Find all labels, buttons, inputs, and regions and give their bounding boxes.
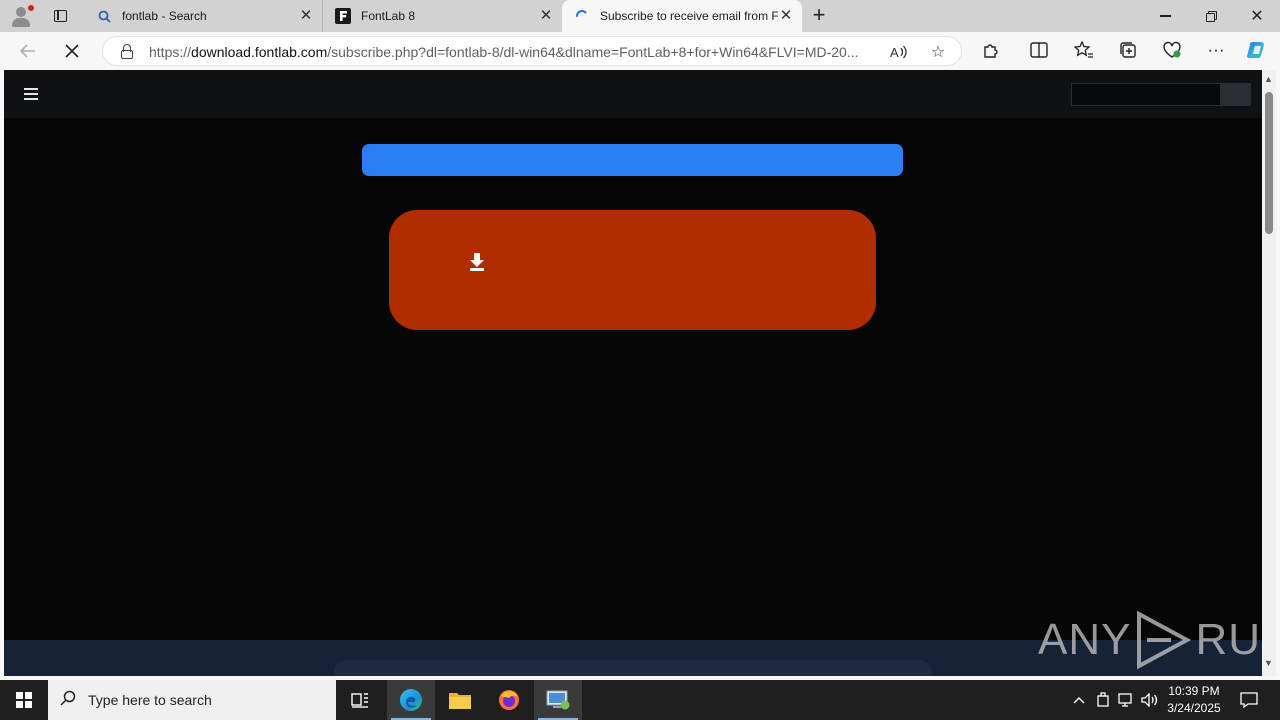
notification-center-icon[interactable] [1234, 680, 1264, 720]
favorites-icon[interactable] [1070, 37, 1098, 63]
firefox-icon[interactable] [485, 680, 533, 720]
navigation-bar: https://download.fontlab.com/subscribe.p… [0, 32, 1280, 70]
download-button[interactable] [389, 210, 876, 330]
taskbar-search-placeholder: Type here to search [88, 692, 212, 708]
tab-label: fontlab - Search [122, 9, 207, 23]
page-scrollbar[interactable]: ▲ ▼ [1262, 70, 1276, 676]
close-tab-icon[interactable]: ✕ [538, 8, 554, 24]
watermark-right-text: RUN [1195, 615, 1262, 664]
scroll-up-icon[interactable]: ▲ [1264, 74, 1273, 84]
lock-icon[interactable] [120, 44, 134, 60]
task-view-icon[interactable] [336, 680, 384, 720]
site-search-button[interactable] [1221, 83, 1251, 106]
start-button[interactable] [0, 680, 48, 720]
volume-icon[interactable] [1139, 680, 1161, 720]
fontlab-logo-icon [335, 8, 351, 24]
page-viewport: ANY RUN [4, 70, 1262, 676]
windows-taskbar: Type here to search 10:39 PM 3/24/2025 [0, 680, 1280, 720]
restore-button[interactable] [1188, 0, 1234, 32]
close-window-button[interactable]: ✕ [1234, 0, 1280, 32]
anyrun-watermark: ANY RUN [1038, 608, 1262, 672]
new-tab-button[interactable]: + [806, 4, 832, 28]
collections-icon[interactable] [1114, 37, 1142, 63]
tab-actions-icon[interactable] [44, 4, 76, 28]
close-tab-icon[interactable]: ✕ [778, 8, 794, 24]
footer-panel [334, 660, 932, 676]
minimize-button[interactable] [1142, 0, 1188, 32]
more-icon[interactable]: ··· [1202, 37, 1230, 63]
tab-label: FontLab 8 [361, 9, 416, 23]
split-screen-icon[interactable] [1025, 37, 1053, 63]
address-bar[interactable]: https://download.fontlab.com/subscribe.p… [102, 36, 962, 66]
file-explorer-icon[interactable] [436, 680, 484, 720]
network-icon[interactable] [1115, 680, 1137, 720]
tab-fontlab-8[interactable]: FontLab 8 ✕ [322, 0, 562, 32]
search-icon [48, 690, 88, 711]
tab-fontlab-search[interactable]: fontlab - Search ✕ [84, 0, 322, 32]
tab-subscribe-active[interactable]: Subscribe to receive email from F ✕ [562, 0, 802, 32]
site-search-input[interactable] [1071, 83, 1221, 106]
windows-logo-icon [16, 692, 32, 708]
search-icon [96, 8, 112, 24]
edge-icon[interactable] [387, 680, 435, 720]
close-tab-icon[interactable]: ✕ [298, 8, 314, 24]
site-header [4, 70, 1262, 118]
taskbar-search-box[interactable]: Type here to search [48, 680, 336, 720]
url-domain: download.fontlab.com [191, 44, 328, 60]
subscribe-banner [362, 144, 903, 176]
play-logo-icon [1137, 610, 1192, 670]
hamburger-menu-icon[interactable] [24, 88, 38, 100]
favorite-star-icon[interactable]: ☆ [928, 42, 948, 62]
url-text[interactable]: https://download.fontlab.com/subscribe.p… [149, 44, 879, 60]
svg-text:A: A [890, 45, 899, 60]
copilot-icon[interactable] [1243, 37, 1271, 63]
device-icon[interactable] [1092, 680, 1114, 720]
tab-label: Subscribe to receive email from F [600, 9, 778, 23]
url-path: /subscribe.php?dl=fontlab-8/dl-win64&dln… [327, 44, 859, 60]
network-tool-icon[interactable] [534, 680, 582, 720]
browser-essentials-icon[interactable] [1158, 37, 1186, 63]
profile-icon[interactable] [8, 4, 34, 28]
download-icon [469, 253, 485, 271]
stop-loading-button[interactable] [56, 36, 88, 66]
clock-time: 10:39 PM [1168, 684, 1220, 698]
url-prefix: https:// [149, 44, 192, 60]
show-hidden-icons[interactable] [1068, 680, 1090, 720]
loading-spinner-icon [574, 8, 590, 24]
read-aloud-icon[interactable]: A [889, 42, 909, 62]
extensions-icon[interactable] [977, 37, 1005, 63]
scroll-down-icon[interactable]: ▼ [1264, 658, 1273, 668]
clock-date: 3/24/2025 [1167, 701, 1221, 715]
watermark-left-text: ANY [1038, 615, 1132, 664]
scrollbar-thumb[interactable] [1265, 92, 1273, 234]
browser-tab-strip: fontlab - Search ✕ FontLab 8 ✕ Subscribe… [0, 0, 1280, 32]
taskbar-clock[interactable]: 10:39 PM 3/24/2025 [1160, 683, 1228, 717]
back-button[interactable] [12, 36, 44, 66]
window-border [1276, 70, 1280, 680]
